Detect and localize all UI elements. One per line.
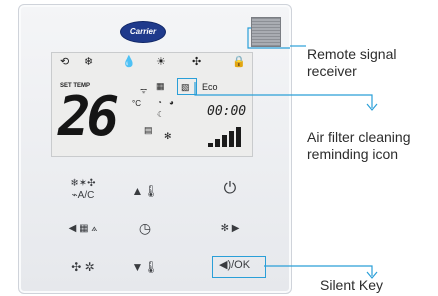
silent-key-label: ◀)/OK — [219, 259, 251, 271]
annotation-air-filter: Air filter cleaning reminding icon — [307, 129, 411, 163]
annotation-remote-signal-line2: receiver — [307, 63, 357, 79]
timer-off-icon: ◕ — [169, 98, 174, 107]
power-button[interactable]: ⏻ — [216, 180, 244, 198]
lcd-display: ⟲ ❄ 💧 ☀ ✣ 🔒 SET TEMP ᯤ 26 °C ▤ ▦ ▧ Eco ◔… — [51, 52, 253, 157]
fan-speed-icon: ✻ — [164, 131, 172, 141]
carrier-logo: Carrier — [120, 21, 166, 43]
annotation-remote-signal-line1: Remote signal — [307, 46, 397, 62]
clock-display: 00:00 — [207, 104, 247, 119]
annotation-air-filter-line1: Air filter cleaning — [307, 129, 411, 145]
signal-icon: ᯤ — [140, 86, 148, 95]
temp-up-button[interactable]: ▲🌡 — [130, 182, 160, 200]
logo-text: Carrier — [129, 27, 157, 36]
fan-speed-bars — [208, 125, 248, 147]
eco-label: Eco — [202, 82, 218, 92]
filter-small-icon: ▤ — [144, 125, 153, 135]
air-filter-highlight-box — [177, 78, 197, 95]
fan-speed-button[interactable]: ✣ ✲ — [60, 258, 106, 276]
annotation-remote-signal: Remote signal receiver — [307, 46, 397, 80]
annotation-silent-key: Silent Key — [320, 277, 384, 293]
filter-arrowhead — [366, 103, 378, 111]
lock-icon: 🔒 — [232, 56, 246, 68]
fan-right-button[interactable]: ✻ ▶ — [210, 220, 250, 238]
timer-button[interactable]: ◷ — [132, 219, 158, 237]
timer-on-icon: ◔ — [157, 98, 162, 107]
swing-icon: ▦ — [156, 81, 165, 91]
auto-mode-icon: ⟲ — [60, 56, 70, 68]
dry-mode-icon: 💧 — [122, 56, 136, 68]
fan-mode-icon: ✣ — [192, 56, 202, 68]
temperature-unit: °C — [132, 99, 141, 108]
sleep-icon: ☾ — [157, 110, 165, 119]
remote-signal-receiver — [251, 17, 281, 47]
temp-down-button[interactable]: ▼🌡 — [130, 258, 160, 276]
mode-button[interactable]: ❄✶✣ ⌁A/C — [58, 178, 108, 202]
swing-left-button[interactable]: ◀ ▦ ⟑ — [58, 220, 108, 238]
temperature-value: 26 — [58, 85, 119, 148]
cool-mode-icon: ❄ — [84, 56, 94, 68]
annotation-air-filter-line2: reminding icon — [307, 146, 399, 162]
heat-mode-icon: ☀ — [156, 56, 166, 68]
